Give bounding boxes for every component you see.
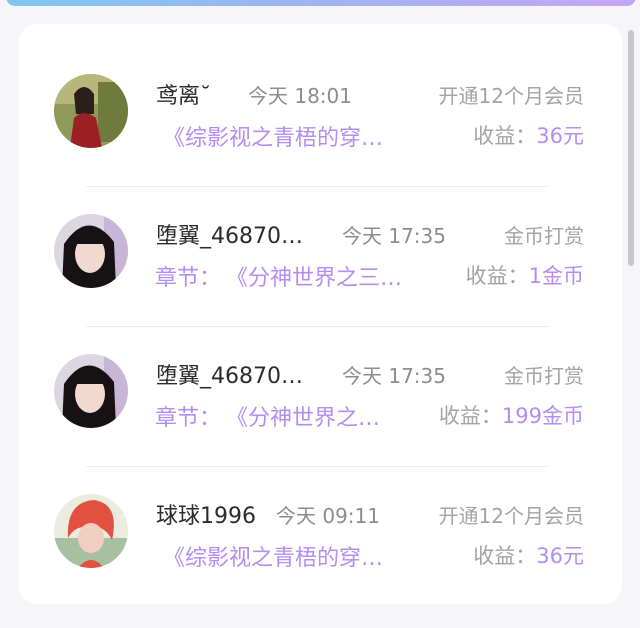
list-item[interactable]: 堕翼_46870… 今天 17:35 金币打赏 章节： 《分神世界之… 收益：1… — [0, 348, 640, 488]
girl-portrait-avatar-icon — [54, 214, 128, 288]
record-time: 今天 17:35 — [342, 364, 446, 388]
book-title-link[interactable]: 《分神世界之三… — [226, 260, 438, 292]
book-title-link[interactable]: 《综影视之青梧的穿… — [163, 120, 413, 152]
avatar[interactable] — [54, 74, 128, 148]
earnings: 收益：36元 — [473, 540, 584, 570]
list-item[interactable]: 堕翼_46870… 今天 17:35 金币打赏 章节： 《分神世界之三… 收益：… — [0, 208, 640, 348]
book-title-link[interactable]: 《综影视之青梧的穿… — [163, 540, 413, 572]
earnings-label: 收益： — [465, 264, 529, 288]
avatar[interactable] — [54, 494, 128, 568]
avatar[interactable] — [54, 214, 128, 288]
earnings: 收益：36元 — [473, 120, 584, 150]
divider — [86, 186, 550, 187]
chapter-prefix: 章节： — [155, 266, 222, 291]
earnings-label: 收益： — [473, 124, 537, 148]
earnings: 收益：1金币 — [466, 260, 584, 290]
earnings: 收益：199金币 — [439, 400, 584, 430]
record-time: 今天 09:11 — [276, 504, 380, 528]
avatar[interactable] — [54, 354, 128, 428]
list-item[interactable]: 球球1996 今天 09:11 开通12个月会员 《综影视之青梧的穿… 收益：3… — [0, 488, 640, 628]
red-hair-avatar-icon — [54, 494, 128, 568]
earnings-amount: 199金币 — [501, 404, 584, 428]
record-type: 金币打赏 — [504, 224, 584, 248]
user-name: 球球1996 — [156, 504, 256, 529]
top-gradient-banner[interactable] — [6, 0, 636, 6]
book-title-link[interactable]: 《分神世界之… — [226, 400, 412, 432]
user-name: 堕翼_46870… — [156, 364, 303, 389]
chapter-prefix: 章节： — [155, 406, 222, 431]
record-type: 金币打赏 — [504, 364, 584, 388]
woman-red-dress-avatar-icon — [54, 74, 128, 148]
user-name: 鸢离˘ — [156, 84, 212, 109]
earnings-amount: 1金币 — [528, 264, 584, 288]
record-type: 开通12个月会员 — [438, 84, 584, 108]
earnings-amount: 36元 — [536, 544, 584, 568]
record-time: 今天 17:35 — [342, 224, 446, 248]
divider — [86, 466, 550, 467]
record-time: 今天 18:01 — [248, 84, 352, 108]
earnings-amount: 36元 — [536, 124, 584, 148]
record-type: 开通12个月会员 — [438, 504, 584, 528]
divider — [86, 326, 550, 327]
girl-portrait-avatar-icon — [54, 354, 128, 428]
earnings-label: 收益： — [438, 404, 502, 428]
earnings-label: 收益： — [473, 544, 537, 568]
user-name: 堕翼_46870… — [156, 224, 303, 249]
list-item[interactable]: 鸢离˘ 今天 18:01 开通12个月会员 《综影视之青梧的穿… 收益：36元 — [0, 68, 640, 208]
